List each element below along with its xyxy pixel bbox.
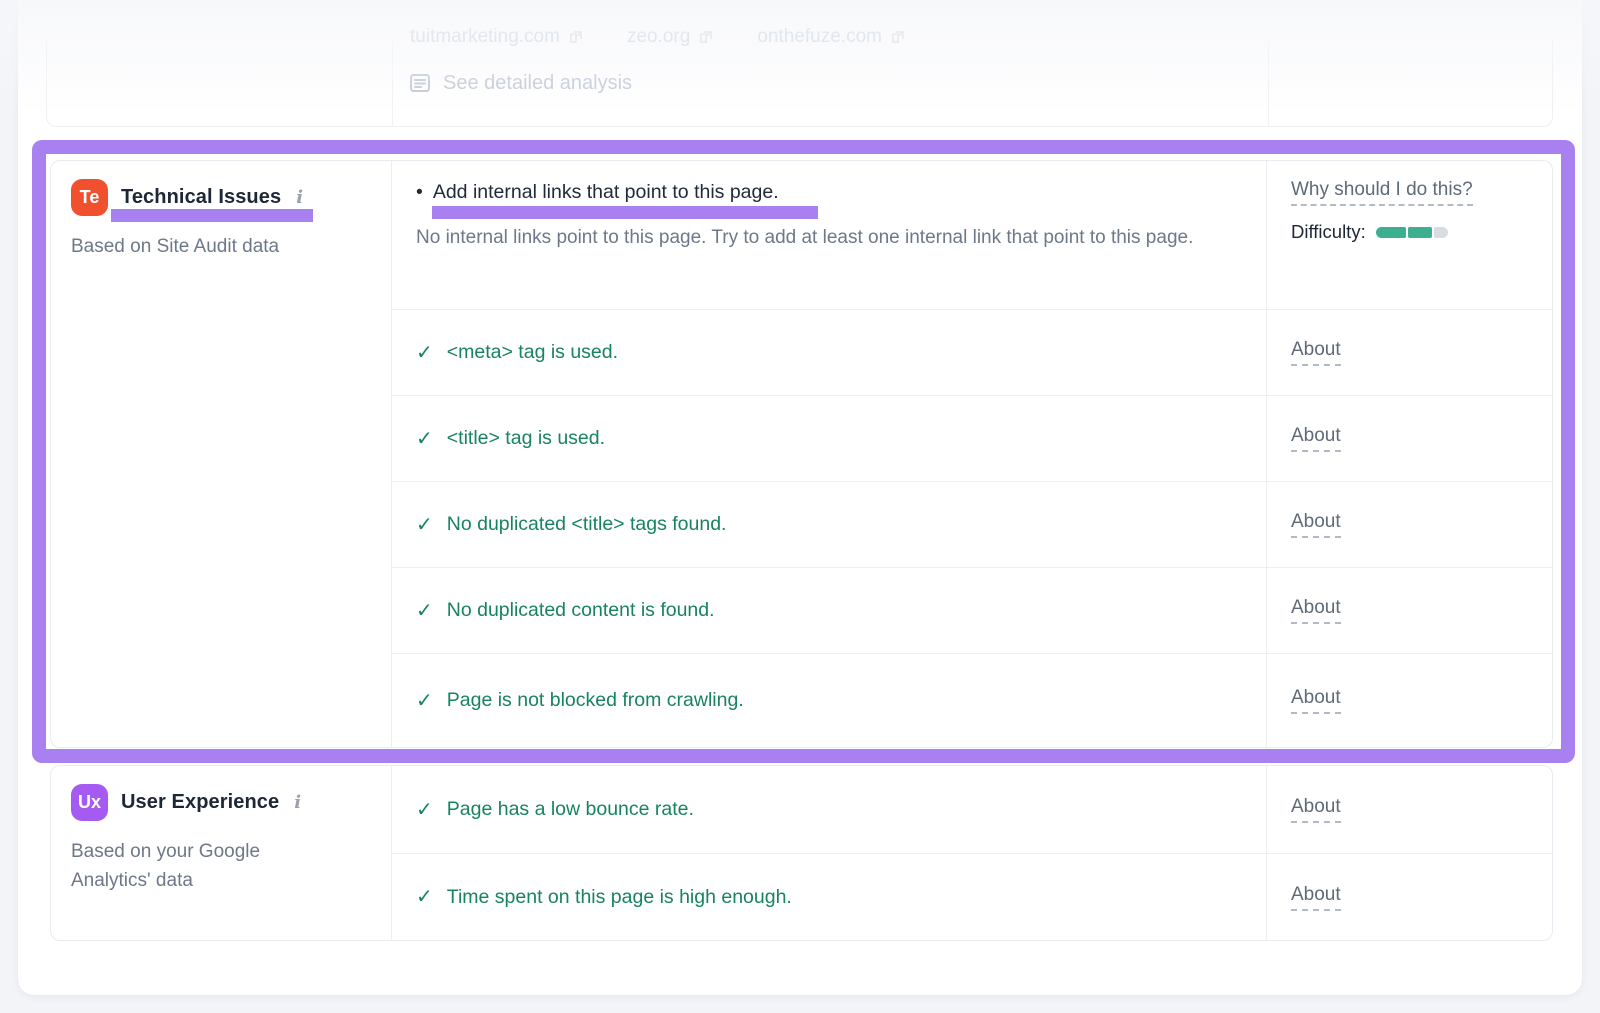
check-icon <box>416 601 433 621</box>
about-link[interactable]: About <box>1291 597 1341 624</box>
advice-text: •Add internal links that point to this p… <box>416 181 1242 204</box>
about-link[interactable]: About <box>1291 425 1341 452</box>
check-icon <box>416 887 433 907</box>
why-should-link[interactable]: Why should I do this? <box>1291 179 1473 206</box>
check-row: <title> tag is used. About <box>392 396 1552 482</box>
user-experience-badge: Ux <box>71 784 108 821</box>
check-text: Page has a low bounce rate. <box>447 798 694 821</box>
info-icon[interactable]: i <box>296 187 303 208</box>
check-icon <box>416 343 433 363</box>
section-subtitle: Based on Site Audit data <box>71 232 371 261</box>
about-link[interactable]: About <box>1291 687 1341 714</box>
about-link[interactable]: About <box>1291 511 1341 538</box>
user-experience-header: Ux User Experience i Based on your Googl… <box>51 766 392 940</box>
difficulty-bar <box>1376 227 1448 238</box>
advice-description: No internal links point to this page. Tr… <box>416 224 1228 252</box>
difficulty-label: Difficulty: <box>1291 221 1366 243</box>
about-link[interactable]: About <box>1291 339 1341 366</box>
section-title: Technical Issues <box>121 186 281 209</box>
check-text: <meta> tag is used. <box>447 341 618 364</box>
check-text: No duplicated content is found. <box>447 599 715 622</box>
check-row: Time spent on this page is high enough. … <box>392 854 1552 940</box>
column-divider <box>392 40 393 126</box>
check-icon <box>416 800 433 820</box>
about-link[interactable]: About <box>1291 884 1341 911</box>
check-row: <meta> tag is used. About <box>392 310 1552 396</box>
report-icon <box>409 72 431 94</box>
column-divider <box>1268 40 1269 126</box>
check-text: Page is not blocked from crawling. <box>447 689 744 712</box>
technical-issues-header: Te Technical Issues i Based on Site Audi… <box>51 161 392 747</box>
technical-issues-badge: Te <box>71 179 108 216</box>
difficulty: Difficulty: <box>1291 221 1552 243</box>
info-icon[interactable]: i <box>294 792 301 813</box>
advice-side-panel: Why should I do this? Difficulty: <box>1266 161 1552 309</box>
bullet-icon: • <box>416 181 423 203</box>
previous-section-row: See detailed analysis <box>46 40 1553 127</box>
see-detailed-analysis-link[interactable]: See detailed analysis <box>409 72 632 95</box>
highlight-underline <box>432 206 818 219</box>
section-user-experience: Ux User Experience i Based on your Googl… <box>50 765 1553 941</box>
check-text: No duplicated <title> tags found. <box>447 513 727 536</box>
page: tuitmarketing.com zeo.org onthefuze.com … <box>0 0 1600 1013</box>
check-icon <box>416 691 433 711</box>
check-row: No duplicated content is found. About <box>392 568 1552 654</box>
check-row: Page has a low bounce rate. About <box>392 766 1552 854</box>
check-icon <box>416 429 433 449</box>
section-subtitle: Based on your Google Analytics' data <box>71 837 311 895</box>
check-row: No duplicated <title> tags found. About <box>392 482 1552 568</box>
check-icon <box>416 515 433 535</box>
check-row: Page is not blocked from crawling. About <box>392 654 1552 747</box>
see-detailed-analysis-label: See detailed analysis <box>443 72 632 95</box>
about-link[interactable]: About <box>1291 796 1341 823</box>
section-technical-issues: Te Technical Issues i Based on Site Audi… <box>50 160 1553 748</box>
highlight-underline <box>111 209 313 222</box>
advice-row: •Add internal links that point to this p… <box>392 161 1552 310</box>
check-text: Time spent on this page is high enough. <box>447 886 792 909</box>
check-text: <title> tag is used. <box>447 427 605 450</box>
section-title: User Experience <box>121 791 279 814</box>
